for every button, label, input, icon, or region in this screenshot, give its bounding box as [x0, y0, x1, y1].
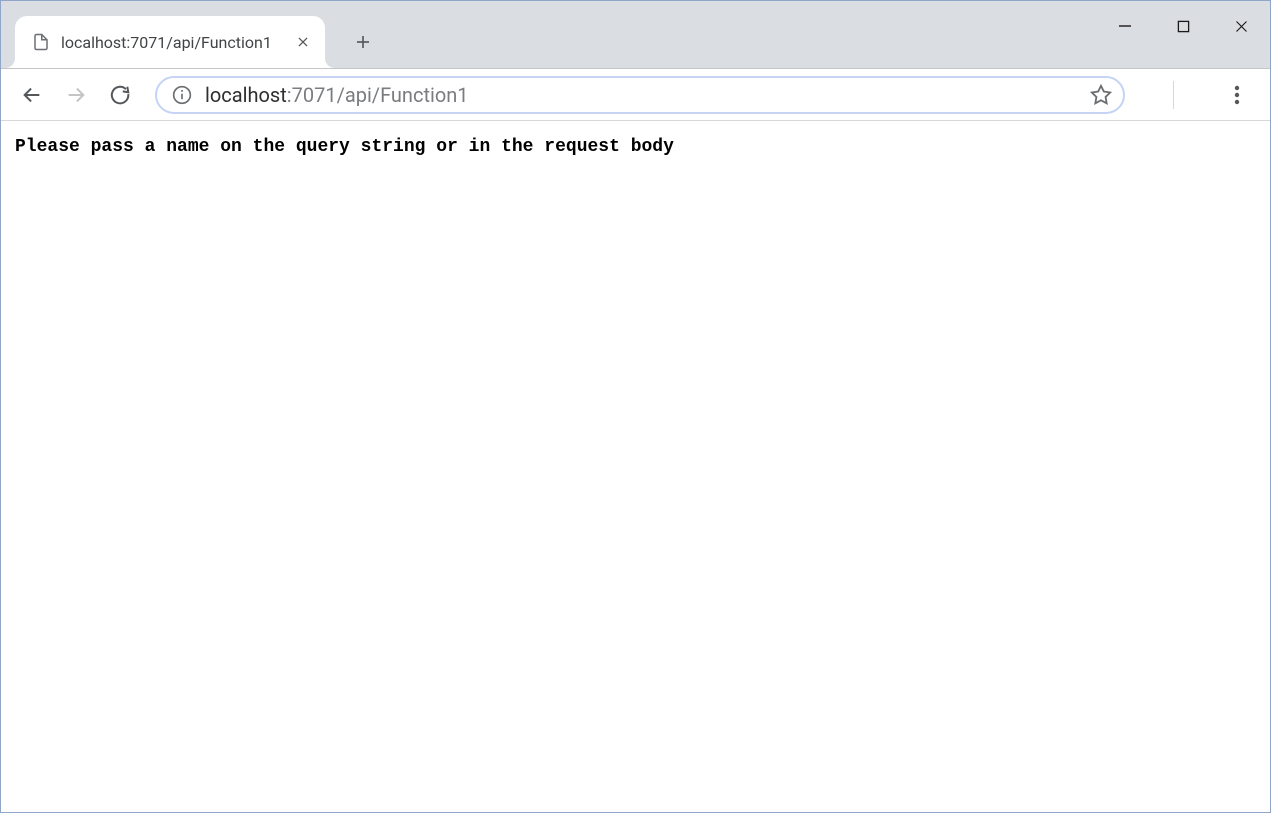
- maximize-button[interactable]: [1154, 1, 1212, 51]
- bookmark-button[interactable]: [1089, 83, 1113, 107]
- tabs-row: localhost:7071/api/Function1: [1, 1, 1096, 68]
- window-controls: [1096, 1, 1270, 51]
- arrow-left-icon: [21, 84, 43, 106]
- forward-button: [57, 76, 95, 114]
- page-content: Please pass a name on the query string o…: [1, 121, 1270, 812]
- back-button[interactable]: [13, 76, 51, 114]
- document-icon: [31, 32, 51, 52]
- reload-button[interactable]: [101, 76, 139, 114]
- close-window-button[interactable]: [1212, 1, 1270, 51]
- address-bar[interactable]: localhost:7071/api/Function1: [155, 76, 1125, 114]
- arrow-right-icon: [65, 84, 87, 106]
- close-icon: [296, 35, 310, 49]
- browser-tab[interactable]: localhost:7071/api/Function1: [15, 16, 325, 68]
- browser-menu-button[interactable]: [1216, 74, 1258, 116]
- url-path: :7071/api/Function1: [287, 83, 469, 107]
- response-body-text: Please pass a name on the query string o…: [15, 137, 1256, 157]
- site-info-button[interactable]: [171, 84, 193, 106]
- reload-icon: [109, 84, 131, 106]
- toolbar-separator: [1173, 81, 1174, 109]
- minimize-icon: [1118, 19, 1132, 33]
- url-host: localhost: [205, 83, 287, 107]
- new-tab-button[interactable]: [345, 24, 381, 60]
- kebab-menu-icon: [1234, 85, 1240, 105]
- info-icon: [172, 85, 192, 105]
- star-icon: [1090, 84, 1112, 106]
- titlebar: localhost:7071/api/Function1: [1, 1, 1270, 69]
- plus-icon: [354, 33, 372, 51]
- url-text: localhost:7071/api/Function1: [205, 83, 1089, 107]
- maximize-icon: [1177, 20, 1190, 33]
- close-icon: [1234, 19, 1249, 34]
- tab-title: localhost:7071/api/Function1: [61, 33, 283, 52]
- toolbar: localhost:7071/api/Function1: [1, 69, 1270, 121]
- close-tab-button[interactable]: [293, 32, 313, 52]
- minimize-button[interactable]: [1096, 1, 1154, 51]
